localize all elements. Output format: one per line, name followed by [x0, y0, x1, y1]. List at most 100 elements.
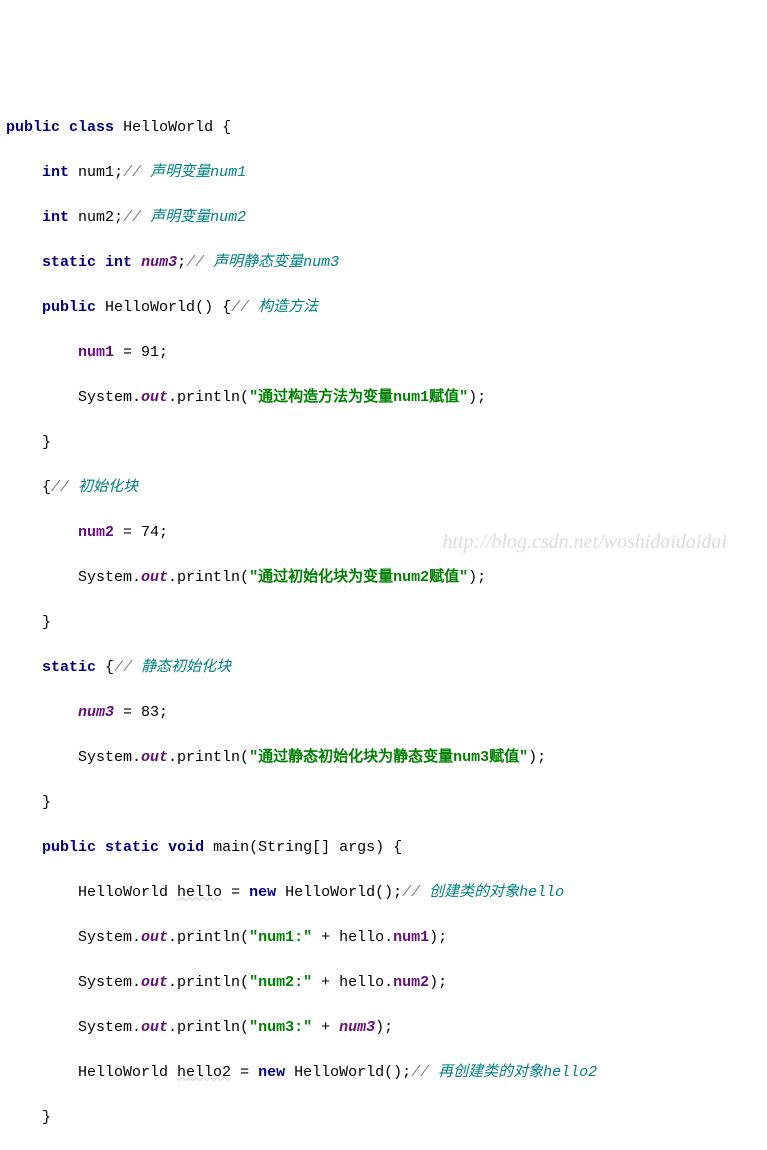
string: "num2:"	[249, 974, 312, 991]
sys: System.	[78, 1019, 141, 1036]
local-var: hello2	[177, 1064, 231, 1081]
keyword: class	[69, 119, 114, 136]
semi: ;	[114, 164, 123, 181]
code-line: HelloWorld hello = new HelloWorld();// 创…	[6, 882, 761, 905]
comment: //	[123, 164, 150, 181]
code-line: {// 初始化块	[6, 477, 761, 500]
code-line: HelloWorld hello2 = new HelloWorld();// …	[6, 1062, 761, 1085]
assign: = 83;	[114, 704, 168, 721]
code-line: System.out.println("num3:" + num3);	[6, 1017, 761, 1040]
end: );	[528, 749, 546, 766]
method-name: main	[213, 839, 249, 856]
code-line: num2 = 74;	[6, 522, 761, 545]
assign: = 91;	[114, 344, 168, 361]
brace: {	[42, 479, 51, 496]
out: out	[141, 929, 168, 946]
code-line: }	[6, 792, 761, 815]
local-var: hello	[177, 884, 222, 901]
comment-text: 初始化块	[78, 479, 138, 496]
code-line: }	[6, 612, 761, 635]
comment-text: 构造方法	[258, 299, 318, 316]
comment-text: 声明静态变量num3	[213, 254, 339, 271]
code-line: System.out.println("num1:" + hello.num1)…	[6, 927, 761, 950]
out: out	[141, 1019, 168, 1036]
sys: System.	[78, 389, 141, 406]
code-line: System.out.println("num2:" + hello.num2)…	[6, 972, 761, 995]
keyword: static	[42, 659, 96, 676]
brace: }	[42, 434, 51, 451]
semi: ;	[177, 254, 186, 271]
keyword: public	[6, 119, 60, 136]
string: "通过构造方法为变量num1赋值"	[249, 389, 468, 406]
end: );	[429, 929, 447, 946]
comment: //	[51, 479, 78, 496]
call: .println(	[168, 929, 249, 946]
brace: {	[222, 119, 231, 136]
end: );	[429, 974, 447, 991]
string: "num1:"	[249, 929, 312, 946]
code-line: }	[6, 432, 761, 455]
ctor-call: HelloWorld();	[285, 1064, 411, 1081]
keyword: void	[168, 839, 204, 856]
comment-text: 再创建类的对象hello2	[438, 1064, 597, 1081]
sys: System.	[78, 749, 141, 766]
call: .println(	[168, 1019, 249, 1036]
code-line: }	[6, 1107, 761, 1130]
comment-text: 声明变量num2	[150, 209, 246, 226]
code-line: System.out.println("通过构造方法为变量num1赋值");	[6, 387, 761, 410]
semi: ;	[114, 209, 123, 226]
code-line: num1 = 91;	[6, 342, 761, 365]
static-var: num3	[78, 704, 114, 721]
code-line: num3 = 83;	[6, 702, 761, 725]
call: .println(	[168, 389, 249, 406]
plus: + hello.	[312, 974, 393, 991]
args: (String[] args) {	[249, 839, 402, 856]
brace: }	[42, 794, 51, 811]
comment: //	[186, 254, 213, 271]
keyword: public	[42, 299, 96, 316]
assign: = 74;	[114, 524, 168, 541]
out: out	[141, 974, 168, 991]
comment: //	[123, 209, 150, 226]
keyword: int	[105, 254, 132, 271]
code-block: public class HelloWorld { int num1;// 声明…	[6, 94, 761, 1150]
sys: System.	[78, 929, 141, 946]
comment: //	[402, 884, 429, 901]
keyword: static	[42, 254, 96, 271]
plus: + hello.	[312, 929, 393, 946]
end: );	[468, 569, 486, 586]
code-line: int num1;// 声明变量num1	[6, 162, 761, 185]
code-line: System.out.println("通过初始化块为变量num2赋值");	[6, 567, 761, 590]
out: out	[141, 389, 168, 406]
brace: }	[42, 1109, 51, 1126]
eq: =	[222, 884, 249, 901]
comment-text: 静态初始化块	[141, 659, 231, 676]
brace: }	[42, 614, 51, 631]
string: "num3:"	[249, 1019, 312, 1036]
comment: //	[114, 659, 141, 676]
static-var: num3	[339, 1019, 375, 1036]
brace: {	[222, 299, 231, 316]
field: num1	[78, 344, 114, 361]
comment-text: 声明变量num1	[150, 164, 246, 181]
comment-text: 创建类的对象hello	[429, 884, 564, 901]
end: );	[468, 389, 486, 406]
type: HelloWorld	[78, 884, 177, 901]
parens: ()	[195, 299, 213, 316]
out: out	[141, 749, 168, 766]
comment: //	[411, 1064, 438, 1081]
keyword: new	[258, 1064, 285, 1081]
keyword: int	[42, 164, 69, 181]
call: .println(	[168, 569, 249, 586]
var-name: num1	[78, 164, 114, 181]
code-line: int num2;// 声明变量num2	[6, 207, 761, 230]
keyword: static	[105, 839, 159, 856]
code-line: public HelloWorld() {// 构造方法	[6, 297, 761, 320]
field: num2	[78, 524, 114, 541]
ctor-call: HelloWorld();	[276, 884, 402, 901]
keyword: int	[42, 209, 69, 226]
field: num2	[393, 974, 429, 991]
brace: {	[105, 659, 114, 676]
plus: +	[312, 1019, 339, 1036]
code-line: static {// 静态初始化块	[6, 657, 761, 680]
